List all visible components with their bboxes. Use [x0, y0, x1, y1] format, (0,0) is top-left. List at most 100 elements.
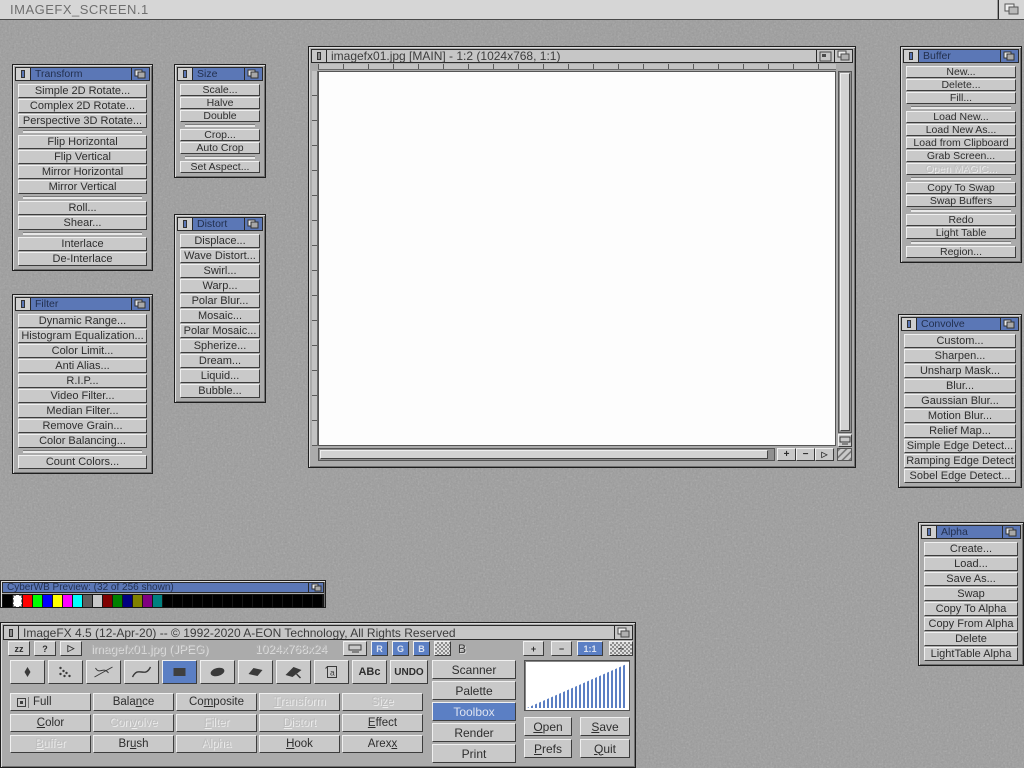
- video-filter-button[interactable]: Video Filter...: [18, 389, 147, 403]
- screen-depth-gadget[interactable]: [998, 0, 1024, 19]
- horizontal-scrollbar[interactable]: [318, 448, 775, 461]
- shear-button[interactable]: Shear...: [18, 216, 147, 230]
- color-swatch-2[interactable]: [23, 595, 32, 607]
- swap-button[interactable]: Swap: [924, 587, 1018, 601]
- hscroll-thumb[interactable]: [320, 450, 768, 459]
- blur-button[interactable]: Blur...: [904, 379, 1016, 393]
- prefs-button[interactable]: Prefs: [524, 739, 572, 758]
- color-swatch-14[interactable]: [143, 595, 152, 607]
- brush-button[interactable]: Brush: [93, 735, 174, 753]
- fill-button[interactable]: Fill...: [906, 92, 1016, 104]
- preview-screen-button[interactable]: [343, 641, 367, 656]
- copy-from-alpha-button[interactable]: Copy From Alpha: [924, 617, 1018, 631]
- depth-gadget[interactable]: [834, 50, 852, 62]
- color-swatch-0[interactable]: [3, 595, 12, 607]
- liquid-button[interactable]: Liquid...: [180, 369, 260, 383]
- help-button[interactable]: ?: [34, 641, 56, 656]
- depth-gadget[interactable]: [614, 626, 632, 639]
- flip-horizontal-button[interactable]: Flip Horizontal: [18, 135, 147, 149]
- color-swatch-11[interactable]: [113, 595, 122, 607]
- motion-blur-button[interactable]: Motion Blur...: [904, 409, 1016, 423]
- flip-vertical-button[interactable]: Flip Vertical: [18, 150, 147, 164]
- color-balancing-button[interactable]: Color Balancing...: [18, 434, 147, 448]
- r-i-p-button[interactable]: R.I.P...: [18, 374, 147, 388]
- color-swatch-27[interactable]: [273, 595, 282, 607]
- color-swatch-1[interactable]: [13, 595, 22, 607]
- color-swatch-16[interactable]: [163, 595, 172, 607]
- color-swatch-30[interactable]: [303, 595, 312, 607]
- depth-gadget[interactable]: [131, 298, 149, 310]
- curve-tool-button[interactable]: [124, 660, 159, 684]
- swirl-button[interactable]: Swirl...: [180, 264, 260, 278]
- grab-screen-button[interactable]: Grab Screen...: [906, 150, 1016, 162]
- airbrush-tool-button[interactable]: [48, 660, 83, 684]
- gaussian-blur-button[interactable]: Gaussian Blur...: [904, 394, 1016, 408]
- color-swatch-28[interactable]: [283, 595, 292, 607]
- region-button[interactable]: Region...: [906, 246, 1016, 258]
- one-to-one-button[interactable]: 1:1: [577, 641, 603, 656]
- color-limit-button[interactable]: Color Limit...: [18, 344, 147, 358]
- load-button[interactable]: Load...: [924, 557, 1018, 571]
- close-gadget[interactable]: [178, 218, 193, 230]
- mirror-vertical-button[interactable]: Mirror Vertical: [18, 180, 147, 194]
- balance-button[interactable]: Balance: [93, 693, 174, 711]
- close-gadget[interactable]: [4, 626, 19, 639]
- alpha-panel-titlebar[interactable]: Alpha: [921, 525, 1021, 539]
- set-aspect-button[interactable]: Set Aspect...: [180, 161, 260, 173]
- quit-button[interactable]: Quit: [580, 739, 630, 758]
- interlace-button[interactable]: Interlace: [18, 237, 147, 251]
- depth-gadget[interactable]: [1000, 318, 1018, 330]
- ellipse-tool-button[interactable]: [200, 660, 235, 684]
- color-swatch-6[interactable]: [63, 595, 72, 607]
- load-new-as-button[interactable]: Load New As...: [906, 124, 1016, 136]
- color-swatch-19[interactable]: [193, 595, 202, 607]
- distort-panel-titlebar[interactable]: Distort: [177, 217, 263, 231]
- sobel-edge-detect-button[interactable]: Sobel Edge Detect...: [904, 469, 1016, 483]
- red-channel-button[interactable]: R: [371, 641, 388, 656]
- color-swatch-5[interactable]: [53, 595, 62, 607]
- auto-crop-button[interactable]: Auto Crop: [180, 142, 260, 154]
- simple-2d-rotate-button[interactable]: Simple 2D Rotate...: [18, 84, 147, 98]
- image-canvas[interactable]: [318, 71, 836, 446]
- scale-button[interactable]: Scale...: [180, 84, 260, 96]
- de-interlace-button[interactable]: De-Interlace: [18, 252, 147, 266]
- lighttable-alpha-button[interactable]: LightTable Alpha: [924, 647, 1018, 661]
- depth-gadget[interactable]: [244, 218, 262, 230]
- redo-button[interactable]: Redo: [906, 214, 1016, 226]
- complex-2d-rotate-button[interactable]: Complex 2D Rotate...: [18, 99, 147, 113]
- save-as-button[interactable]: Save As...: [924, 572, 1018, 586]
- perspective-3d-rotate-button[interactable]: Perspective 3D Rotate...: [18, 114, 147, 128]
- color-swatch-15[interactable]: [153, 595, 162, 607]
- color-swatch-4[interactable]: [43, 595, 52, 607]
- color-swatch-12[interactable]: [123, 595, 132, 607]
- copy-to-swap-button[interactable]: Copy To Swap: [906, 182, 1016, 194]
- color-swatch-24[interactable]: [243, 595, 252, 607]
- depth-gadget[interactable]: [1002, 526, 1020, 538]
- color-swatch-18[interactable]: [183, 595, 192, 607]
- fill-tool-button[interactable]: [276, 660, 311, 684]
- screen-mode-button[interactable]: [838, 434, 852, 447]
- color-swatch-23[interactable]: [233, 595, 242, 607]
- anti-alias-button[interactable]: Anti Alias...: [18, 359, 147, 373]
- create-button[interactable]: Create...: [924, 542, 1018, 556]
- crop-button[interactable]: Crop...: [180, 129, 260, 141]
- vscroll-thumb[interactable]: [840, 73, 850, 431]
- spherize-button[interactable]: Spherize...: [180, 339, 260, 353]
- full-button[interactable]: Full: [10, 693, 91, 711]
- mirror-horizontal-button[interactable]: Mirror Horizontal: [18, 165, 147, 179]
- delete-button[interactable]: Delete...: [906, 79, 1016, 91]
- color-swatch-8[interactable]: [83, 595, 92, 607]
- color-swatch-22[interactable]: [223, 595, 232, 607]
- depth-gadget[interactable]: [244, 68, 262, 80]
- palette-button[interactable]: Palette: [432, 681, 516, 700]
- color-swatch-3[interactable]: [33, 595, 42, 607]
- color-swatch-9[interactable]: [93, 595, 102, 607]
- render-button[interactable]: Render: [432, 723, 516, 742]
- dither-toggle-button[interactable]: [434, 641, 451, 656]
- unsharp-mask-button[interactable]: Unsharp Mask...: [904, 364, 1016, 378]
- ramping-edge-detect-button[interactable]: Ramping Edge Detect: [904, 454, 1016, 468]
- effect-button[interactable]: Effect: [342, 714, 423, 732]
- dream-button[interactable]: Dream...: [180, 354, 260, 368]
- scanner-button[interactable]: Scanner: [432, 660, 516, 679]
- count-colors-button[interactable]: Count Colors...: [18, 455, 147, 469]
